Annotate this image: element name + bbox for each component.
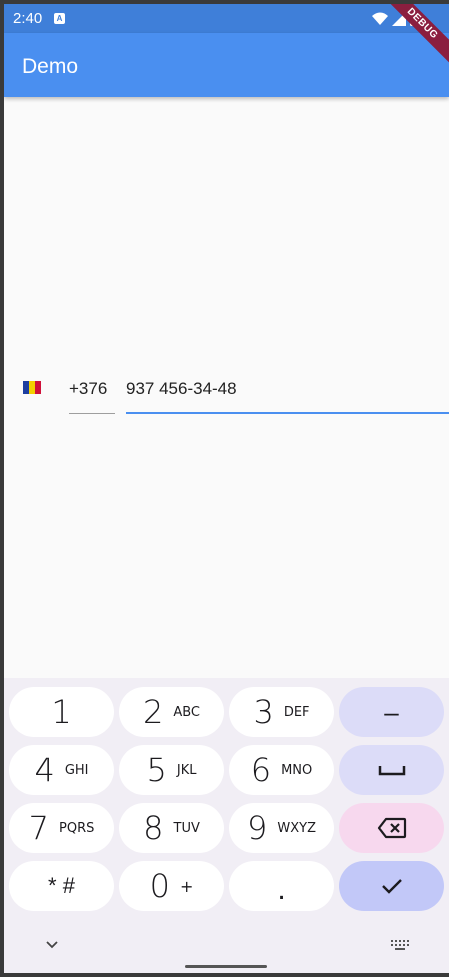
key-done[interactable] (339, 861, 444, 911)
notification-a-icon: A (54, 13, 65, 24)
space-icon (378, 766, 405, 776)
checkmark-icon (381, 879, 402, 894)
key-5[interactable]: 5 JKL (119, 745, 224, 795)
andorra-flag-icon[interactable] (23, 381, 41, 394)
chevron-down-icon[interactable] (46, 941, 58, 949)
keyboard-icon[interactable] (390, 939, 410, 951)
key-6[interactable]: 6 MNO (229, 745, 334, 795)
home-indicator[interactable] (185, 965, 267, 968)
key-7[interactable]: 7 PQRS (9, 803, 114, 853)
status-time: 2:40 (13, 10, 43, 27)
key-3[interactable]: 3 DEF (229, 687, 334, 737)
keyboard-nav-bar (4, 932, 449, 973)
key-period[interactable]: . (229, 861, 334, 911)
key-backspace[interactable] (339, 803, 444, 853)
key-8[interactable]: 8 TUV (119, 803, 224, 853)
app-bar: Demo (4, 33, 449, 97)
backspace-icon (377, 817, 406, 839)
dial-code-field[interactable]: +376 (69, 379, 115, 414)
key-star-hash[interactable]: * # (9, 861, 114, 911)
key-dash[interactable]: – (339, 687, 444, 737)
key-1[interactable]: 1 (9, 687, 114, 737)
wifi-icon (372, 12, 388, 25)
phone-number-input: +376 937 456-34-48 (4, 359, 449, 419)
key-space[interactable] (339, 745, 444, 795)
status-bar: 2:40 A (4, 4, 449, 33)
key-0[interactable]: 0 + (119, 861, 224, 911)
key-2[interactable]: 2 ABC (119, 687, 224, 737)
page-title: Demo (22, 55, 79, 78)
numeric-keyboard: 1 2 ABC 3 DEF – 4 GHI 5 JKL 6 MNO 7 PQRS 8 TUV … (4, 678, 449, 973)
phone-screen: 2:40 A DEBUG Demo +376 937 456-34-48 1 2… (4, 4, 449, 973)
key-9[interactable]: 9 WXYZ (229, 803, 334, 853)
phone-number-field[interactable]: 937 456-34-48 (126, 379, 449, 414)
key-4[interactable]: 4 GHI (9, 745, 114, 795)
